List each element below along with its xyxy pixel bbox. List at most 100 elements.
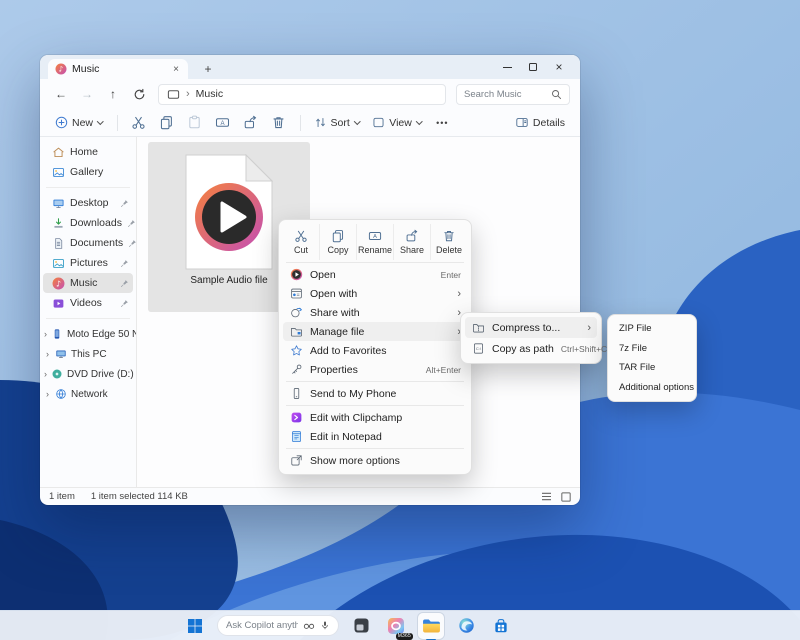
see-more-button[interactable]: ••• <box>429 112 455 134</box>
microphone-icon[interactable] <box>320 620 330 631</box>
cut-command[interactable]: Cut <box>283 224 319 260</box>
share-icon <box>405 229 419 243</box>
submenu-item-zip-file[interactable]: ZIP File <box>612 319 692 339</box>
close-button[interactable]: × <box>546 55 572 79</box>
menu-item-share-with[interactable]: Share with › <box>283 303 467 322</box>
location-icon <box>167 88 180 101</box>
pin-icon <box>128 239 137 248</box>
sort-button[interactable]: Sort <box>309 112 366 134</box>
m365-copilot-button[interactable]: M365 <box>383 613 409 639</box>
view-button[interactable]: View <box>367 112 427 134</box>
search-input[interactable] <box>464 89 547 100</box>
start-button[interactable] <box>182 613 208 639</box>
menu-item-manage-file[interactable]: Manage file › <box>283 322 467 341</box>
submenu-item-copy-as-path[interactable]: C:\ Copy as path Ctrl+Shift+C <box>465 338 597 359</box>
m365-copilot-icon <box>387 617 405 635</box>
new-tab-button[interactable]: + <box>200 62 216 76</box>
submenu-item-additional-options[interactable]: Additional options <box>612 378 692 398</box>
expand-chevron-icon[interactable]: › <box>44 389 51 399</box>
expand-chevron-icon[interactable]: › <box>44 349 51 359</box>
menu-item-open[interactable]: Open Enter <box>283 265 467 284</box>
taskbar: M365 <box>0 610 800 640</box>
list-view-toggle[interactable] <box>541 492 552 501</box>
menu-item-add-to-favorites[interactable]: Add to Favorites <box>283 341 467 360</box>
audio-file-icon <box>185 154 273 270</box>
share-command[interactable]: Share <box>393 224 430 260</box>
delete-command[interactable]: Delete <box>430 224 467 260</box>
up-button[interactable]: ↑ <box>102 83 124 105</box>
command-toolbar: New A <box>40 109 580 137</box>
sidebar-item-this-pc[interactable]: › This PC <box>40 344 136 364</box>
cut-button[interactable] <box>126 112 152 134</box>
menu-item-edit-with-clipchamp[interactable]: Edit with Clipchamp <box>283 408 467 427</box>
file-explorer-button[interactable] <box>418 613 444 639</box>
manage-file-icon <box>290 325 303 338</box>
maximize-button[interactable] <box>520 55 546 79</box>
menu-item-open-with[interactable]: Open with › <box>283 284 467 303</box>
address-bar: ← → ↑ › Music <box>40 79 580 109</box>
menu-item-properties[interactable]: Properties Alt+Enter <box>283 360 467 379</box>
task-view-button[interactable] <box>348 613 374 639</box>
sidebar-item-music[interactable]: ♪ Music <box>43 273 133 293</box>
copy-command[interactable]: Copy <box>319 224 356 260</box>
microsoft-store-icon <box>493 618 509 634</box>
rename-button[interactable]: A <box>210 112 236 134</box>
back-button[interactable]: ← <box>50 83 72 105</box>
copilot-search-input[interactable] <box>226 620 298 631</box>
menu-item-edit-in-notepad[interactable]: Edit in Notepad <box>283 427 467 446</box>
taskbar-search-box[interactable] <box>217 615 339 636</box>
details-pane-icon <box>515 116 529 129</box>
refresh-button[interactable] <box>128 83 150 105</box>
home-icon <box>52 146 65 159</box>
open-icon <box>290 268 303 281</box>
show-more-icon <box>290 454 303 467</box>
search-icon <box>551 89 562 100</box>
sidebar-item-desktop[interactable]: Desktop <box>43 193 133 213</box>
menu-item-send-to-my-phone[interactable]: Send to My Phone <box>283 384 467 403</box>
documents-icon <box>52 237 65 250</box>
sidebar-item-documents[interactable]: Documents <box>43 233 133 253</box>
sidebar-item-dvd-drive[interactable]: › DVD Drive (D:) CCC <box>40 364 136 384</box>
sidebar-item-downloads[interactable]: Downloads <box>43 213 133 233</box>
rename-command[interactable]: A Rename <box>356 224 393 260</box>
sidebar-item-moto-edge[interactable]: › Moto Edge 50 Neo <box>40 324 136 344</box>
details-pane-button[interactable]: Details <box>510 112 570 134</box>
copy-button[interactable] <box>154 112 180 134</box>
menu-separator <box>286 405 464 406</box>
sidebar-item-gallery[interactable]: Gallery <box>43 162 133 182</box>
expand-chevron-icon[interactable]: › <box>44 329 47 339</box>
forward-button[interactable]: → <box>76 83 98 105</box>
tab-music[interactable]: ♪ Music × <box>48 59 188 79</box>
share-button[interactable] <box>238 112 264 134</box>
file-name-label: Sample Audio file <box>190 275 267 286</box>
sidebar-item-pictures[interactable]: Pictures <box>43 253 133 273</box>
new-button[interactable]: New <box>50 112 109 134</box>
submenu-item-tar-file[interactable]: TAR File <box>612 358 692 378</box>
manage-file-submenu: Compress to... › C:\ Copy as path Ctrl+S… <box>460 312 602 364</box>
sidebar-item-home[interactable]: Home <box>43 142 133 162</box>
minimize-button[interactable] <box>494 55 520 79</box>
compress-to-submenu: ZIP File 7z File TAR File Additional opt… <box>607 314 697 402</box>
svg-text:A: A <box>220 120 225 127</box>
submenu-item-7z-file[interactable]: 7z File <box>612 339 692 359</box>
copilot-m365-badge: M365 <box>396 633 413 640</box>
microsoft-store-button[interactable] <box>488 613 514 639</box>
paste-button[interactable] <box>182 112 208 134</box>
menu-item-show-more-options[interactable]: Show more options <box>283 451 467 470</box>
submenu-item-compress-to[interactable]: Compress to... › <box>465 317 597 338</box>
tab-close-icon[interactable]: × <box>171 64 181 75</box>
expand-chevron-icon[interactable]: › <box>44 369 47 379</box>
icons-view-toggle[interactable] <box>561 492 571 502</box>
breadcrumb[interactable]: › Music <box>158 84 446 105</box>
edge-button[interactable] <box>453 613 479 639</box>
desktop-icon <box>52 197 65 210</box>
delete-button[interactable] <box>266 112 292 134</box>
breadcrumb-chevron-icon: › <box>186 88 190 100</box>
breadcrumb-location[interactable]: Music <box>196 88 223 100</box>
context-menu: Cut Copy A Rename Share <box>278 219 472 475</box>
window-controls: × <box>494 55 572 79</box>
sidebar-item-network[interactable]: › Network <box>40 384 136 404</box>
sidebar-separator <box>46 187 130 188</box>
sidebar-item-videos[interactable]: Videos <box>43 293 133 313</box>
copilot-vision-glasses-icon[interactable] <box>303 621 315 631</box>
